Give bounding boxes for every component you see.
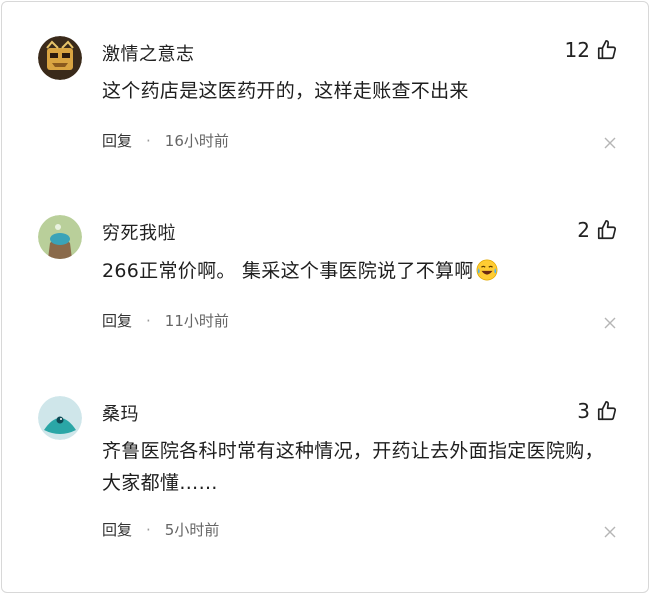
separator: · (146, 131, 151, 150)
close-icon[interactable] (604, 317, 616, 329)
comment-text-content: 266正常价啊。 集采这个事医院说了不算啊 (102, 260, 474, 282)
separator: · (146, 520, 151, 539)
comment-meta: 回复 · 11小时前 (102, 310, 229, 331)
avatar[interactable] (38, 396, 82, 440)
like-button[interactable]: 2 (577, 218, 618, 242)
reply-button[interactable]: 回复 (102, 310, 132, 331)
comment-text: 这个药店是这医药开的，这样走账查不出来 (102, 80, 469, 102)
thumbs-up-icon (597, 40, 617, 60)
timestamp: 5小时前 (164, 521, 220, 539)
reply-button[interactable]: 回复 (102, 519, 132, 540)
timestamp: 16小时前 (164, 132, 229, 150)
like-count: 12 (564, 38, 590, 62)
reply-button[interactable]: 回复 (102, 130, 132, 151)
like-button[interactable]: 3 (577, 399, 618, 423)
avatar[interactable] (38, 36, 82, 80)
like-count: 3 (577, 399, 590, 423)
username[interactable]: 激情之意志 (102, 40, 195, 66)
thumbs-up-icon (597, 220, 617, 240)
thumbs-up-icon (597, 401, 617, 421)
comment-list: 激情之意志 12 这个药店是这医药开的，这样走账查不出来 回复 · 16小时前 (1, 1, 649, 593)
avatar[interactable] (38, 215, 82, 259)
close-icon[interactable] (604, 137, 616, 149)
timestamp: 11小时前 (164, 312, 229, 330)
username[interactable]: 穷死我啦 (102, 219, 176, 245)
comment-meta: 回复 · 5小时前 (102, 519, 219, 540)
like-count: 2 (577, 218, 590, 242)
comment-text: 齐鲁医院各科时常有这种情况，开药让去外面指定医院购，大家都懂…… (102, 440, 604, 494)
close-icon[interactable] (604, 526, 616, 538)
comment-text: 266正常价啊。 集采这个事医院说了不算啊 (102, 255, 608, 287)
username[interactable]: 桑玛 (102, 400, 139, 426)
comment-meta: 回复 · 16小时前 (102, 130, 229, 151)
like-button[interactable]: 12 (565, 38, 618, 62)
separator: · (146, 311, 151, 330)
crying-laughing-emoji-icon (476, 259, 498, 281)
